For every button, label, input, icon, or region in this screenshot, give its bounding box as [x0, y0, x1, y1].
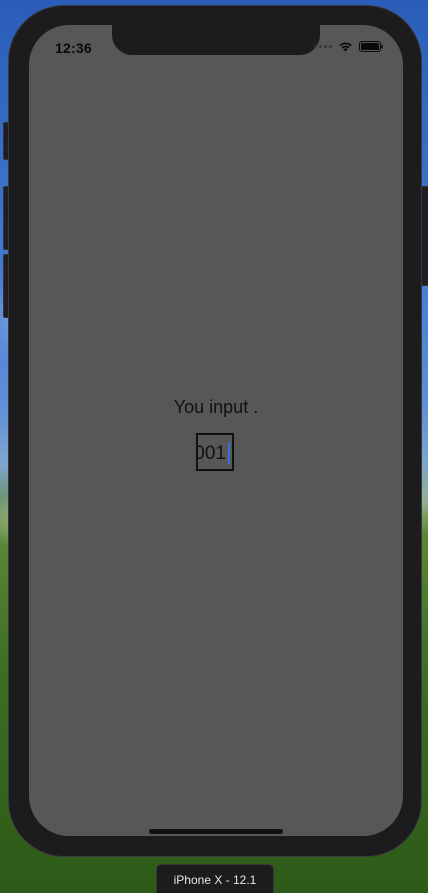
input-prompt-label: You input . — [173, 397, 259, 417]
notch — [112, 25, 320, 55]
input-value: 001 — [196, 443, 226, 464]
signal-icon — [314, 45, 332, 48]
text-caret — [228, 442, 230, 464]
wifi-icon — [338, 41, 353, 52]
text-input-field[interactable]: 001 — [196, 433, 234, 471]
iphone-frame: 12:36 You input . 001 — [8, 5, 422, 857]
device-screen: 12:36 You input . 001 — [29, 25, 403, 836]
status-bar-icons — [314, 41, 383, 52]
simulator-device-label: iPhone X - 12.1 — [156, 864, 274, 893]
battery-icon — [359, 41, 383, 52]
status-bar-time: 12:36 — [55, 40, 92, 56]
home-indicator[interactable] — [149, 829, 283, 834]
